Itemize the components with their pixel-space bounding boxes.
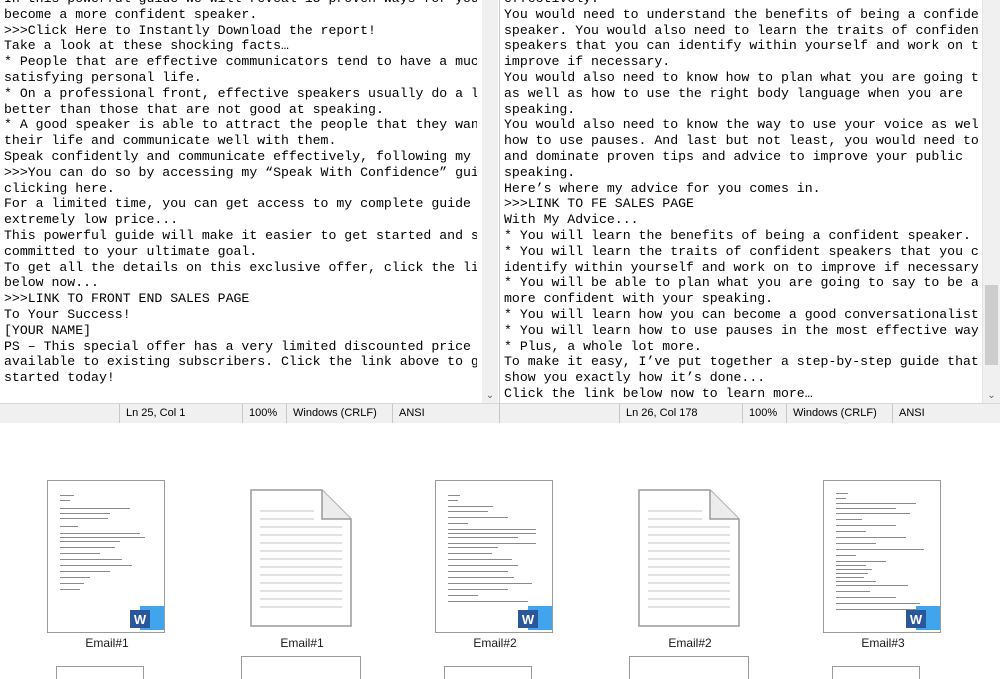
text-line: identify within yourself and work on to …: [504, 259, 978, 275]
text-line: speaking.: [504, 164, 576, 180]
text-line: show you exactly how it’s done...: [504, 370, 766, 386]
word-logo-icon: W: [130, 606, 164, 630]
text-line: satisfying personal life.: [4, 69, 202, 85]
status-bar: Ln 26, Col 178 100% Windows (CRLF) ANSI: [500, 403, 1000, 423]
text-line: Speak confidently and communicate effect…: [4, 148, 477, 164]
file-name: Email#2: [473, 636, 517, 650]
text-line: become a more confident speaker.: [4, 6, 258, 22]
word-document-icon: W: [47, 480, 165, 633]
file-item-email2-txt[interactable]: Email#2: [600, 453, 780, 675]
line-endings: Windows (CRLF): [286, 404, 392, 423]
word-document-icon: W: [823, 480, 941, 633]
file-item-partial[interactable]: [832, 666, 920, 679]
text-line: * You will learn how to use pauses in th…: [504, 322, 978, 338]
scroll-down-arrow-icon[interactable]: ⌄: [482, 388, 498, 404]
encoding: ANSI: [892, 404, 1000, 423]
text-line: In this powerful guide we will reveal 15…: [4, 0, 477, 7]
text-file-icon: [638, 489, 740, 627]
svg-text:W: W: [134, 612, 147, 627]
text-line: improve if necessary.: [504, 54, 671, 70]
text-line: You would also need to know the way to u…: [504, 117, 978, 133]
text-line: extremely low price...: [4, 212, 179, 228]
file-name: Email#2: [668, 636, 712, 650]
text-line: >>>LINK TO FE SALES PAGE: [504, 196, 694, 212]
text-line: available to existing subscribers. Click…: [4, 354, 477, 370]
text-line: * People that are effective communicator…: [4, 54, 477, 70]
text-line: >>>LINK TO FRONT END SALES PAGE: [4, 291, 250, 307]
status-bar: Ln 25, Col 1 100% Windows (CRLF) ANSI: [0, 403, 499, 423]
text-line: more confident with your speaking.: [504, 291, 774, 307]
text-line: better than those that are not good at s…: [4, 101, 384, 117]
notepad-window-left: In this powerful guide we will reveal 15…: [0, 0, 500, 423]
text-line: below now...: [4, 275, 99, 291]
scroll-down-arrow-icon[interactable]: ⌄: [983, 388, 1000, 404]
vertical-scrollbar[interactable]: ⌄: [982, 0, 1000, 404]
separator: [0, 423, 1000, 453]
file-explorer-view: W Email#1 Email#1 W Email#2 Email#2 W Em…: [0, 453, 1000, 679]
text-line: their life and communicate well with the…: [4, 133, 337, 149]
text-line: This powerful guide will make it easier …: [4, 227, 477, 243]
text-editor-area[interactable]: In this powerful guide we will reveal 15…: [4, 0, 477, 404]
file-name: Email#3: [861, 636, 905, 650]
text-line: Here’s where my advice for you comes in.: [504, 180, 821, 196]
text-line: and dominate proven tips and advice to i…: [504, 148, 963, 164]
text-line: speakers that you can identify within yo…: [504, 38, 978, 54]
text-line: effectively.: [504, 0, 978, 7]
cursor-position: Ln 25, Col 1: [119, 404, 242, 423]
encoding: ANSI: [392, 404, 500, 423]
text-line: speaker. You would also need to learn th…: [504, 22, 978, 38]
file-item-partial[interactable]: [241, 656, 361, 679]
file-item-partial[interactable]: [56, 666, 144, 679]
text-line: For a limited time, you can get access t…: [4, 196, 477, 212]
text-line: Take a look at these shocking facts…: [4, 38, 289, 54]
text-line: how to use pauses. And last but not leas…: [504, 133, 978, 149]
scrollbar-thumb[interactable]: [985, 285, 998, 365]
notepad-window-right: effectively.You would need to understand…: [500, 0, 1000, 423]
text-line: committed to your ultimate goal.: [4, 243, 258, 259]
text-line: PS – This special offer has a very limit…: [4, 338, 477, 354]
file-item-partial[interactable]: [629, 656, 749, 679]
line-endings: Windows (CRLF): [786, 404, 892, 423]
file-item-email1-txt[interactable]: Email#1: [212, 453, 392, 675]
text-line: >>>You can do so by accessing my “Speak …: [4, 164, 477, 180]
svg-text:W: W: [910, 612, 923, 627]
vertical-scrollbar[interactable]: ⌄: [482, 0, 498, 404]
text-line: * You will learn how you can become a go…: [504, 306, 978, 322]
word-document-icon: W: [435, 480, 553, 633]
file-item-email1-docx[interactable]: W Email#1: [17, 453, 197, 675]
zoom-level: 100%: [742, 404, 786, 423]
text-line: To get all the details on this exclusive…: [4, 259, 477, 275]
text-line: * Plus, a whole lot more.: [504, 338, 702, 354]
file-item-email3-docx[interactable]: W Email#3: [793, 453, 973, 675]
text-line: * You will learn the traits of confident…: [504, 243, 978, 259]
zoom-level: 100%: [242, 404, 286, 423]
text-line: With My Advice...: [504, 212, 639, 228]
text-line: Click the link below now to learn more…: [504, 385, 813, 401]
text-editor-area[interactable]: effectively.You would need to understand…: [504, 0, 978, 404]
text-line: >>>Click Here to Instantly Download the …: [4, 22, 376, 38]
text-line: To make it easy, I’ve put together a ste…: [504, 354, 978, 370]
text-line: [YOUR NAME]: [4, 322, 92, 338]
text-line: as well as how to use the right body lan…: [504, 85, 963, 101]
text-line: * You will be able to plan what you are …: [504, 275, 978, 291]
text-line: speaking.: [504, 101, 576, 117]
cursor-position: Ln 26, Col 178: [619, 404, 742, 423]
word-logo-icon: W: [906, 606, 940, 630]
svg-text:W: W: [522, 612, 535, 627]
text-line: You would also need to know how to plan …: [504, 69, 978, 85]
file-name: Email#1: [280, 636, 324, 650]
word-logo-icon: W: [518, 606, 552, 630]
text-line: You would need to understand the benefit…: [504, 6, 978, 22]
file-item-email2-docx[interactable]: W Email#2: [405, 453, 585, 675]
text-line: * You will learn the benefits of being a…: [504, 227, 971, 243]
text-line: clicking here.: [4, 180, 115, 196]
file-item-partial[interactable]: [444, 666, 532, 679]
text-line: started today!: [4, 370, 115, 386]
text-file-icon: [250, 489, 352, 627]
text-line: To Your Success!: [4, 306, 131, 322]
file-name: Email#1: [85, 636, 129, 650]
text-line: * A good speaker is able to attract the …: [4, 117, 477, 133]
text-line: * On a professional front, effective spe…: [4, 85, 477, 101]
